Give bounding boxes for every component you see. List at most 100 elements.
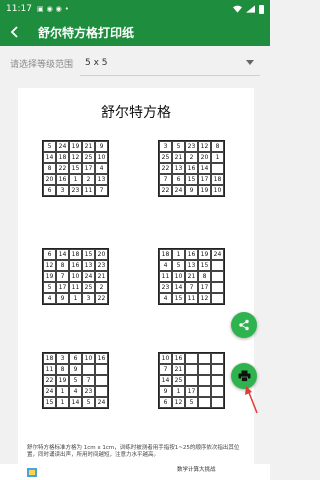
grid-cell: 25 <box>159 152 172 163</box>
grid-cell: 20 <box>95 249 108 260</box>
grid-cell <box>95 364 108 375</box>
page-title: 舒尔特方格打印纸 <box>38 25 135 40</box>
grid-cell <box>185 364 198 375</box>
grid-cell: 19 <box>69 141 82 152</box>
grid-cell: 3 <box>56 353 69 364</box>
grid-cell: 24 <box>56 141 69 152</box>
grid-cell: 11 <box>69 282 82 293</box>
arrow-left-icon <box>10 26 18 38</box>
grid-cell <box>211 397 224 408</box>
grid-cell <box>211 364 224 375</box>
grid-cell <box>185 375 198 386</box>
grid-cell: 15 <box>198 260 211 271</box>
grid-cell <box>198 386 211 397</box>
grid-cell: 22 <box>159 185 172 196</box>
grid-cell: 15 <box>185 174 198 185</box>
grid-cell: 5 <box>69 375 82 386</box>
grid-cell: 1 <box>211 152 224 163</box>
back-button[interactable] <box>0 18 30 46</box>
app-bar: 舒尔特方格打印纸 <box>0 18 270 46</box>
grid-cell: 12 <box>69 152 82 163</box>
bottom-right-text: 数学计算大挑战 <box>177 467 216 473</box>
grid-cell: 8 <box>211 141 224 152</box>
grid-cell: 17 <box>185 386 198 397</box>
grid-cell: 16 <box>56 174 69 185</box>
paper-title: 舒尔特方格 <box>101 105 171 121</box>
grid-cell: 19 <box>198 249 211 260</box>
grid-cell: 22 <box>56 163 69 174</box>
wifi-icon <box>233 5 242 13</box>
grid-cell: 13 <box>82 260 95 271</box>
level-value[interactable]: 5 x 5 <box>85 58 108 68</box>
grid-cell: 22 <box>159 163 172 174</box>
grid-cell: 3 <box>82 293 95 304</box>
grid-cell: 7 <box>185 282 198 293</box>
app-logo-icon <box>27 468 37 477</box>
grid-cell: 1 <box>172 386 185 397</box>
grid-cell: 25 <box>172 375 185 386</box>
notification-c-icon: ◉ <box>55 5 62 13</box>
grid-cell: 8 <box>56 260 69 271</box>
grid-cell: 14 <box>198 163 211 174</box>
grid-cell: 3 <box>56 185 69 196</box>
grid-cell: 25 <box>82 282 95 293</box>
schulte-grid: 3 5 23 12 8 25 21 2 20 1 22 13 16 14 7 6 15 17 18 22 24 9 19 10 <box>158 140 225 197</box>
grid-cell: 1 <box>69 293 82 304</box>
grid-cell: 1 <box>172 249 185 260</box>
notification-icons: ▣ ◉ ◉ • <box>37 5 69 13</box>
grid-cell: 10 <box>95 152 108 163</box>
grid-cell: 24 <box>95 397 108 408</box>
grid-cell: 17 <box>82 163 95 174</box>
grid-cell: 4 <box>159 293 172 304</box>
grid-cell: 19 <box>43 271 56 282</box>
grid-cell: 7 <box>159 364 172 375</box>
grid-cell: 1 <box>56 397 69 408</box>
grid-cell: 6 <box>159 397 172 408</box>
grid-cell: 25 <box>82 152 95 163</box>
grid-cell: 14 <box>159 375 172 386</box>
grid-cell: 2 <box>82 174 95 185</box>
grid-cell: 20 <box>198 152 211 163</box>
grid-cell: 9 <box>185 185 198 196</box>
grid-cell: 9 <box>95 141 108 152</box>
grid-cell: 9 <box>69 364 82 375</box>
grid-cell: 11 <box>185 293 198 304</box>
level-underline <box>80 75 260 76</box>
grid-cell: 5 <box>172 141 185 152</box>
grid-cell: 9 <box>159 386 172 397</box>
grid-cell <box>198 364 211 375</box>
grid-cell <box>211 163 224 174</box>
grid-cell: 1 <box>56 386 69 397</box>
dropdown-caret-icon[interactable] <box>246 60 254 65</box>
level-selector[interactable]: 请选择等级范围 5 x 5 <box>0 46 270 80</box>
grid-cell: 15 <box>82 249 95 260</box>
grid-cell: 14 <box>43 152 56 163</box>
grid-cell: 8 <box>56 364 69 375</box>
annotation-arrow-icon <box>245 386 258 414</box>
grid-cell: 21 <box>185 271 198 282</box>
grid-cell: 15 <box>172 293 185 304</box>
grid-cell <box>211 271 224 282</box>
grid-cell: 16 <box>95 353 108 364</box>
grid-cell: 7 <box>82 375 95 386</box>
grid-cell: 16 <box>172 353 185 364</box>
share-button[interactable] <box>231 312 257 338</box>
grid-cell: 14 <box>56 249 69 260</box>
grid-cell: 6 <box>172 174 185 185</box>
grid-cell: 4 <box>43 293 56 304</box>
grid-cell <box>198 397 211 408</box>
grid-cell: 14 <box>69 397 82 408</box>
grid-cell: 17 <box>56 282 69 293</box>
grid-cell <box>211 282 224 293</box>
grid-cell <box>211 375 224 386</box>
grid-cell <box>82 364 95 375</box>
notification-b-icon: ◉ <box>46 5 53 13</box>
grid-cell: 17 <box>198 174 211 185</box>
grid-cell: 21 <box>95 271 108 282</box>
print-icon <box>238 370 250 382</box>
grid-cell: 18 <box>211 174 224 185</box>
schulte-grid: 18 1 16 19 24 4 5 13 15 11 10 21 8 23 14 7 17 4 15 11 12 <box>158 248 225 305</box>
grid-cell: 8 <box>43 163 56 174</box>
grid-cell: 5 <box>172 260 185 271</box>
grid-cell: 18 <box>69 249 82 260</box>
